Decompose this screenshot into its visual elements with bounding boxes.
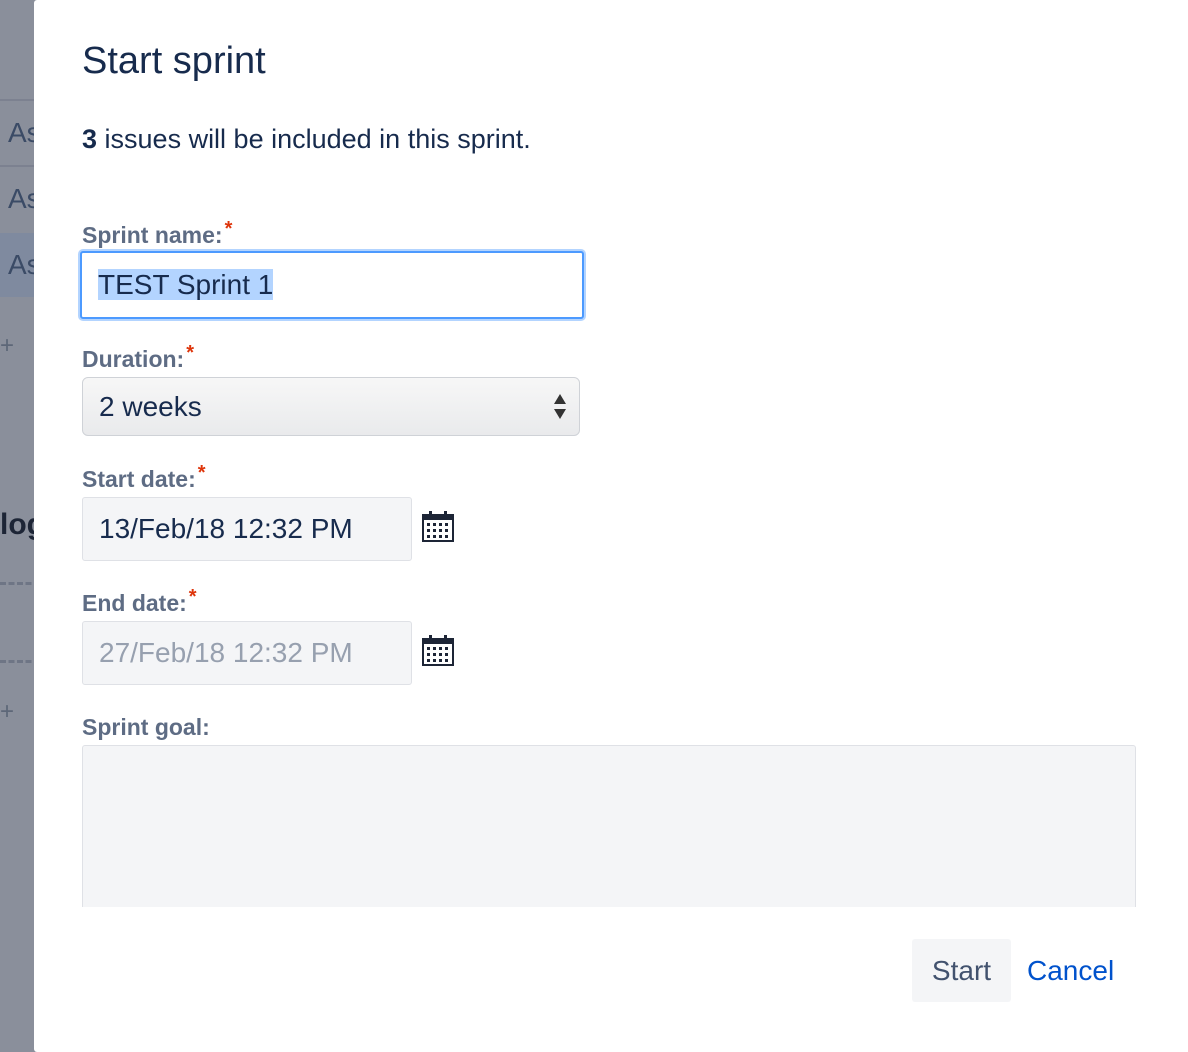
end-date-input[interactable]: 27/Feb/18 12:32 PM — [82, 621, 412, 685]
summary-text: issues will be included in this sprint. — [97, 124, 531, 154]
end-date-label-text: End date: — [82, 590, 187, 616]
dialog-title: Start sprint — [82, 40, 266, 82]
required-marker: * — [188, 586, 197, 608]
sprint-name-label: Sprint name: * — [82, 218, 232, 249]
duration-value: 2 weeks — [99, 391, 202, 422]
sprint-goal-label: Sprint goal: — [82, 714, 210, 741]
issue-count: 3 — [82, 124, 98, 154]
required-marker: * — [197, 462, 206, 484]
plus-icon: + — [0, 332, 15, 359]
start-date-label-text: Start date: — [82, 466, 196, 492]
start-button[interactable]: Start — [912, 939, 1011, 1002]
end-date-label: End date: * — [82, 586, 197, 617]
duration-label: Duration: * — [82, 342, 194, 373]
start-date-value: 13/Feb/18 12:32 PM — [99, 513, 353, 544]
required-marker: * — [224, 218, 233, 240]
start-date-label: Start date: * — [82, 462, 206, 493]
plus-icon: + — [0, 698, 15, 725]
sprint-name-label-text: Sprint name: — [82, 222, 223, 248]
calendar-icon[interactable] — [422, 634, 454, 666]
sprint-goal-textarea[interactable] — [82, 745, 1136, 907]
duration-select[interactable]: 2 weeks — [82, 377, 580, 436]
cancel-link[interactable]: Cancel — [1027, 939, 1114, 1002]
end-date-value: 27/Feb/18 12:32 PM — [99, 637, 353, 668]
duration-label-text: Duration: — [82, 346, 185, 372]
sprint-name-value: TEST Sprint 1 — [98, 269, 274, 300]
calendar-icon[interactable] — [422, 510, 454, 542]
start-date-input[interactable]: 13/Feb/18 12:32 PM — [82, 497, 412, 561]
required-marker: * — [186, 342, 195, 364]
sprint-goal-label-text: Sprint goal: — [82, 714, 210, 740]
issues-summary: 3 issues will be included in this sprint… — [82, 124, 531, 155]
select-arrows-icon — [554, 394, 566, 419]
sprint-name-input[interactable]: TEST Sprint 1 — [80, 251, 584, 319]
start-sprint-dialog: Start sprint 3 issues will be included i… — [34, 0, 1188, 1052]
